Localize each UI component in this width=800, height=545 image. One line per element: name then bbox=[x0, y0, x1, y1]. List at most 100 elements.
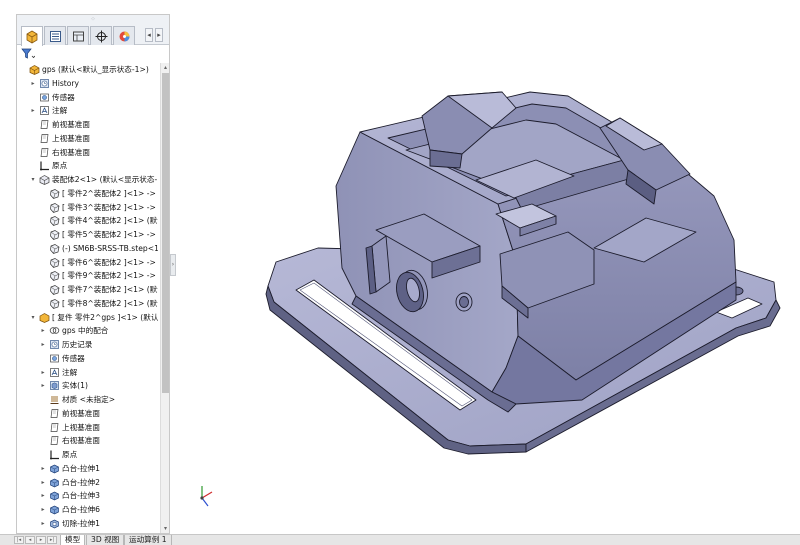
tree-item[interactable]: [ 零件5^装配体2 ]<1> -> (默 bbox=[17, 228, 159, 242]
tree-item[interactable]: ▸ 凸台-拉伸2 bbox=[17, 476, 159, 490]
tree-item[interactable]: 前视基准面 bbox=[17, 118, 159, 132]
expand-arrow-icon[interactable]: ▸ bbox=[39, 338, 47, 352]
tree-item[interactable]: [ 零件8^装配体2 ]<1> (默认 bbox=[17, 297, 159, 311]
scroll-up-icon[interactable]: ▴ bbox=[161, 63, 169, 72]
plane-icon bbox=[40, 120, 49, 129]
tree-item-label: [ 零件3^装配体2 ]<1> -> (默 bbox=[62, 202, 158, 212]
tree-item[interactable]: ▾ [ 复件 零件2^gps ]<1> (默认<< bbox=[17, 311, 159, 325]
tabs-scroll-left[interactable]: ◂ bbox=[145, 28, 153, 42]
tree-item[interactable]: ▸ 凸台-拉伸6 bbox=[17, 503, 159, 517]
tree-item[interactable]: ▸ gps 中的配合 bbox=[17, 324, 159, 338]
expand-arrow-icon[interactable]: ▸ bbox=[29, 77, 37, 91]
tree-item-label: [ 零件6^装配体2 ]<1> -> (默 bbox=[62, 257, 158, 267]
tab-property-manager[interactable] bbox=[44, 26, 66, 45]
part-icon bbox=[50, 257, 60, 268]
panel-grip-icon[interactable]: ⁘ bbox=[89, 16, 97, 23]
part-3d-model[interactable] bbox=[265, 91, 781, 455]
tree-item[interactable]: ▸ 实体(1) bbox=[17, 379, 159, 393]
expand-arrow-icon[interactable]: ▸ bbox=[39, 517, 47, 531]
tree-item[interactable]: ▸ History bbox=[17, 77, 159, 91]
tree-item-label: 注解 bbox=[62, 367, 78, 377]
prev-tab-icon[interactable]: ◂ bbox=[25, 536, 35, 544]
scroll-down-icon[interactable]: ▾ bbox=[161, 524, 169, 533]
tree-item[interactable]: ▸ 历史记录 bbox=[17, 338, 159, 352]
tree-item-label: [ 零件2^装配体2 ]<1> -> (默 bbox=[62, 188, 158, 198]
tree-item[interactable]: gps (默认<默认_显示状态-1>) bbox=[17, 63, 159, 77]
expand-arrow-icon[interactable]: ▸ bbox=[39, 476, 47, 490]
tab-configuration-manager[interactable] bbox=[67, 26, 89, 45]
tree-item-label: 凸台-拉伸2 bbox=[62, 477, 100, 487]
tree-item[interactable]: [ 零件7^装配体2 ]<1> (默认 bbox=[17, 283, 159, 297]
last-tab-icon[interactable]: ▸| bbox=[47, 536, 57, 544]
graphics-area[interactable] bbox=[176, 0, 800, 534]
tab-motion-study[interactable]: 运动算例 1 bbox=[124, 535, 172, 545]
first-tab-icon[interactable]: |◂ bbox=[14, 536, 24, 544]
tree-item[interactable]: ▸ 切除-拉伸1 bbox=[17, 517, 159, 531]
tree-item-label: [ 零件5^装配体2 ]<1> -> (默 bbox=[62, 230, 158, 239]
tree-item[interactable]: (-) SM6B-SRSS-TB.step<1> bbox=[17, 242, 159, 256]
feature-tree: gps (默认<默认_显示状态-1>) ▸ History 传感器 ▸ 注解 前视基准面 上视… bbox=[17, 63, 159, 533]
part-icon bbox=[50, 230, 60, 240]
scrollbar-thumb[interactable] bbox=[162, 73, 169, 393]
sensor-icon bbox=[40, 93, 49, 101]
tree-item[interactable]: 传感器 bbox=[17, 91, 159, 105]
tree-item[interactable]: [ 零件3^装配体2 ]<1> -> (默 bbox=[17, 201, 159, 215]
tree-item-label: gps 中的配合 bbox=[62, 326, 109, 336]
tree-item-label: 原点 bbox=[62, 450, 78, 459]
tree-item-label: 凸台-拉伸1 bbox=[62, 463, 100, 473]
tree-item[interactable]: [ 零件9^装配体2 ]<1> -> (默 bbox=[17, 269, 159, 283]
tree-item[interactable]: ▸ 凸台-拉伸3 bbox=[17, 489, 159, 503]
model-view[interactable] bbox=[176, 0, 800, 534]
tree-item[interactable]: 右视基准面 bbox=[17, 146, 159, 160]
tree-item-label: 切除-拉伸1 bbox=[62, 518, 100, 528]
tree-item[interactable]: ▸ 注解 bbox=[17, 366, 159, 380]
tab-feature-manager[interactable] bbox=[21, 26, 43, 46]
expand-arrow-icon[interactable]: ▸ bbox=[39, 379, 47, 393]
expand-arrow-icon[interactable]: ▸ bbox=[39, 366, 47, 380]
expand-arrow-icon[interactable]: ▸ bbox=[39, 489, 47, 503]
tree-item[interactable]: [ 零件6^装配体2 ]<1> -> (默 bbox=[17, 256, 159, 270]
collapse-arrow-icon[interactable]: ▾ bbox=[29, 173, 37, 187]
annotation-icon bbox=[40, 106, 49, 116]
tree-item[interactable]: 上视基准面 bbox=[17, 421, 159, 435]
tabs-scroll-right[interactable]: ▸ bbox=[155, 28, 163, 42]
expand-arrow-icon[interactable]: ▸ bbox=[39, 462, 47, 476]
property-list-icon bbox=[49, 30, 61, 42]
expand-arrow-icon[interactable]: ▸ bbox=[39, 503, 47, 517]
tab-model[interactable]: 模型 bbox=[60, 535, 86, 545]
tree-item[interactable]: ▸ 注解 bbox=[17, 104, 159, 118]
tree-item[interactable]: ▸ 凸台-拉伸1 bbox=[17, 462, 159, 476]
tab-display-manager[interactable] bbox=[113, 26, 135, 45]
tree-item[interactable]: ▾ 装配体2<1> (默认<显示状态-1> bbox=[17, 173, 159, 187]
expand-arrow-icon[interactable]: ▸ bbox=[29, 104, 37, 118]
assembly-icon bbox=[29, 65, 40, 75]
tree-item[interactable]: [ 零件4^装配体2 ]<1> (默认 bbox=[17, 214, 159, 228]
tree-item[interactable]: [ 零件2^装配体2 ]<1> -> (默 bbox=[17, 187, 159, 201]
tree-item[interactable]: 原点 bbox=[17, 448, 159, 462]
tree-item[interactable]: 材质 <未指定> bbox=[17, 393, 159, 407]
tab-dimxpert-manager[interactable] bbox=[90, 26, 112, 45]
tree-scrollbar[interactable]: ▴ ▾ bbox=[160, 63, 169, 533]
next-tab-icon[interactable]: ▸ bbox=[36, 536, 46, 544]
tree-item[interactable]: 原点 bbox=[17, 159, 159, 173]
tab-3d-view[interactable]: 3D 视图 bbox=[86, 535, 125, 545]
appearance-icon bbox=[119, 31, 129, 41]
tree-item[interactable]: 上视基准面 bbox=[17, 132, 159, 146]
tree-item-label: [ 零件8^装配体2 ]<1> (默认 bbox=[62, 298, 158, 308]
expand-arrow-icon[interactable]: ▸ bbox=[39, 324, 47, 338]
tree-item-label: 右视基准面 bbox=[52, 147, 90, 157]
collapse-arrow-icon[interactable]: ▾ bbox=[29, 311, 37, 325]
cut-extrude-icon bbox=[50, 519, 59, 529]
plane-icon bbox=[40, 147, 49, 157]
tree-item[interactable]: 前视基准面 bbox=[17, 407, 159, 421]
tree-item[interactable]: 右视基准面 bbox=[17, 434, 159, 448]
filter-icon[interactable] bbox=[21, 48, 35, 60]
tree-item[interactable]: 传感器 bbox=[17, 352, 159, 366]
